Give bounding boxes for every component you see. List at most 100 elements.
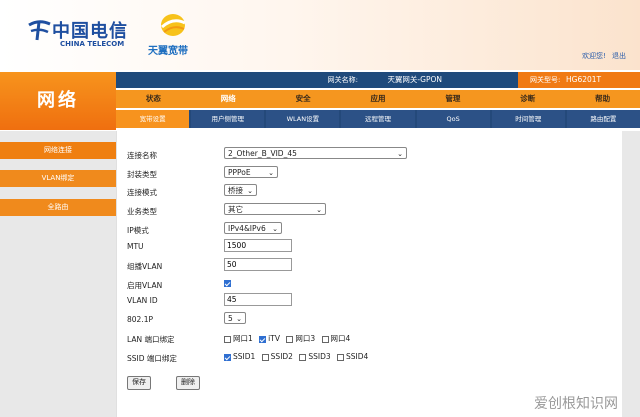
nav-help[interactable]: 帮助 bbox=[565, 90, 640, 108]
nav-status[interactable]: 状态 bbox=[116, 90, 191, 108]
sub-nav: 宽带设置 用户侧管理 WLAN设置 远程管理 QoS 时间管理 路由配置 bbox=[116, 110, 640, 128]
row-vlan-id: VLAN ID bbox=[127, 293, 607, 307]
connection-name-label: 连接名称 bbox=[127, 151, 157, 160]
priority-value: 5 bbox=[228, 314, 233, 323]
welcome-link[interactable]: 欢迎您! bbox=[582, 52, 606, 60]
tab-routing[interactable]: 路由配置 bbox=[566, 110, 640, 128]
ssid2-checkbox[interactable] bbox=[261, 353, 269, 361]
row-enable-vlan: 启用VLAN bbox=[127, 277, 607, 291]
row-connection-name: 连接名称 2_Other_B_VID_45 ⌄ bbox=[127, 147, 607, 161]
encapsulation-value: PPPoE bbox=[228, 168, 251, 177]
service-type-label: 业务类型 bbox=[127, 207, 157, 216]
gateway-model-label: 网关型号: bbox=[530, 76, 561, 84]
save-button[interactable]: 保存 bbox=[127, 376, 151, 390]
lan-port-4-checkbox[interactable] bbox=[321, 335, 329, 343]
connection-mode-select[interactable]: 桥接 ⌄ bbox=[224, 184, 257, 196]
row-actions: 保存 删除 bbox=[127, 376, 607, 390]
ip-mode-select[interactable]: IPv4&IPv6 ⌄ bbox=[224, 222, 282, 234]
ssid1-label: SSID1 bbox=[233, 352, 256, 361]
itv-checkbox[interactable] bbox=[259, 335, 267, 343]
tab-user-side[interactable]: 用户侧管理 bbox=[191, 110, 265, 128]
connection-mode-value: 桥接 bbox=[228, 186, 243, 195]
tab-qos[interactable]: QoS bbox=[416, 110, 490, 128]
mtu-input[interactable] bbox=[224, 239, 292, 252]
brand-en: CHINA TELECOM bbox=[60, 40, 125, 48]
ssid-bind-options: SSID1 SSID2 SSID3 SSID4 bbox=[224, 352, 372, 361]
ssid3-checkbox[interactable] bbox=[299, 353, 307, 361]
nav-network[interactable]: 网络 bbox=[191, 90, 266, 108]
gateway-model-box: 网关型号: HG6201T bbox=[518, 72, 640, 88]
nav-apps[interactable]: 应用 bbox=[341, 90, 416, 108]
ssid1-checkbox[interactable] bbox=[224, 353, 231, 361]
gateway-info-bar: 网关名称: 天翼网关-GPON bbox=[116, 72, 518, 88]
delete-button[interactable]: 删除 bbox=[176, 376, 200, 390]
ip-mode-label: IP模式 bbox=[127, 226, 149, 235]
lan-bind-options: 网口1 iTV 网口3 网口4 bbox=[224, 333, 354, 344]
row-service-type: 业务类型 其它 ⌄ bbox=[127, 203, 607, 217]
ssid3-option[interactable]: SSID3 bbox=[299, 352, 331, 361]
lan-port-3-label: 网口3 bbox=[295, 334, 316, 343]
ssid2-option[interactable]: SSID2 bbox=[261, 352, 293, 361]
row-connection-mode: 连接模式 桥接 ⌄ bbox=[127, 184, 607, 198]
priority-select[interactable]: 5 ⌄ bbox=[224, 312, 246, 324]
chevron-down-icon: ⌄ bbox=[272, 225, 278, 233]
lan-port-3-checkbox[interactable] bbox=[286, 335, 294, 343]
connection-name-value: 2_Other_B_VID_45 bbox=[228, 149, 297, 158]
mtu-label: MTU bbox=[127, 242, 144, 251]
lan-port-3-option[interactable]: 网口3 bbox=[286, 333, 315, 344]
enable-vlan-label: 启用VLAN bbox=[127, 281, 163, 290]
lan-port-1-checkbox[interactable] bbox=[224, 335, 231, 343]
tab-time[interactable]: 时间管理 bbox=[491, 110, 565, 128]
logout-link[interactable]: 退出 bbox=[612, 52, 626, 60]
multicast-vlan-label: 组播VLAN bbox=[127, 262, 163, 271]
gateway-name-value: 天翼网关-GPON bbox=[387, 75, 442, 84]
chevron-down-icon: ⌄ bbox=[397, 150, 403, 158]
service-type-value: 其它 bbox=[228, 205, 243, 214]
ssid4-label: SSID4 bbox=[346, 352, 369, 361]
tab-broadband[interactable]: 宽带设置 bbox=[116, 110, 190, 128]
ip-mode-value: IPv4&IPv6 bbox=[228, 224, 266, 233]
chevron-down-icon: ⌄ bbox=[316, 206, 322, 214]
watermark: 爱创根知识网 bbox=[534, 396, 618, 412]
ssid1-option[interactable]: SSID1 bbox=[224, 352, 255, 361]
lan-port-4-label: 网口4 bbox=[330, 334, 351, 343]
config-form: 连接名称 2_Other_B_VID_45 ⌄ 封装类型 PPPoE ⌄ 连接模… bbox=[116, 131, 623, 417]
ssid4-checkbox[interactable] bbox=[337, 353, 345, 361]
nav-diagnose[interactable]: 诊断 bbox=[490, 90, 565, 108]
main-nav: 状态 网络 安全 应用 管理 诊断 帮助 bbox=[116, 90, 640, 108]
tianyi-logo: 天翼宽带 bbox=[146, 12, 210, 57]
row-encapsulation: 封装类型 PPPoE ⌄ bbox=[127, 166, 607, 180]
encapsulation-select[interactable]: PPPoE ⌄ bbox=[224, 166, 278, 178]
gateway-model-value: HG6201T bbox=[566, 75, 602, 84]
right-strip bbox=[622, 131, 640, 417]
nav-security[interactable]: 安全 bbox=[266, 90, 341, 108]
tianyi-sun-icon bbox=[160, 14, 186, 36]
lan-port-1-option[interactable]: 网口1 bbox=[224, 333, 253, 344]
multicast-vlan-input[interactable] bbox=[224, 258, 292, 271]
lan-port-1-label: 网口1 bbox=[233, 334, 253, 343]
lan-port-4-option[interactable]: 网口4 bbox=[321, 333, 351, 344]
sidebar-item-vlan-binding[interactable]: VLAN绑定 bbox=[0, 170, 116, 187]
vlan-id-input[interactable] bbox=[224, 293, 292, 306]
ssid4-option[interactable]: SSID4 bbox=[337, 352, 368, 361]
sidebar-item-network-connection[interactable]: 网络连接 bbox=[0, 142, 116, 159]
tab-remote[interactable]: 远程管理 bbox=[341, 110, 415, 128]
itv-option[interactable]: iTV bbox=[259, 334, 280, 343]
service-type-select[interactable]: 其它 ⌄ bbox=[224, 203, 326, 215]
nav-manage[interactable]: 管理 bbox=[415, 90, 490, 108]
itv-label: iTV bbox=[268, 334, 280, 343]
row-mtu: MTU bbox=[127, 239, 607, 253]
connection-name-select[interactable]: 2_Other_B_VID_45 ⌄ bbox=[224, 147, 407, 159]
tab-wlan[interactable]: WLAN设置 bbox=[266, 110, 340, 128]
row-lan-bind: LAN 端口绑定 网口1 iTV 网口3 网口4 bbox=[127, 331, 607, 345]
enable-vlan-checkbox[interactable] bbox=[224, 279, 231, 287]
priority-label: 802.1P bbox=[127, 315, 153, 324]
vlan-id-label: VLAN ID bbox=[127, 296, 158, 305]
row-ip-mode: IP模式 IPv4&IPv6 ⌄ bbox=[127, 222, 607, 236]
header: 中国电信 CHINA TELECOM 天翼宽带 欢迎您! 退出 bbox=[0, 0, 640, 70]
row-ssid-bind: SSID 端口绑定 SSID1 SSID2 SSID3 SSID4 bbox=[127, 350, 607, 364]
sidebar-item-full-routing[interactable]: 全路由 bbox=[0, 199, 116, 216]
header-links: 欢迎您! 退出 bbox=[578, 51, 626, 61]
encapsulation-label: 封装类型 bbox=[127, 170, 157, 179]
row-priority: 802.1P 5 ⌄ bbox=[127, 312, 607, 326]
